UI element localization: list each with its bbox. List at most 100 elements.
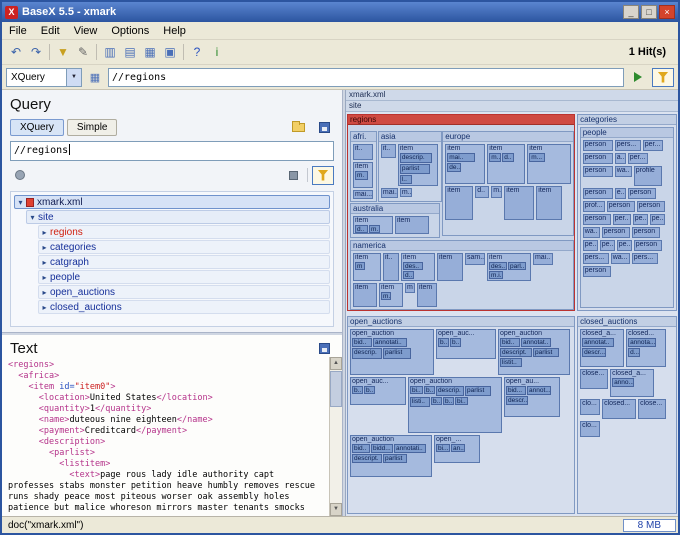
save-text-button[interactable] bbox=[314, 339, 334, 357]
treemap-content[interactable]: regions afri. it.. item m. mai... asia it.. item… bbox=[346, 112, 678, 516]
treemap-node[interactable]: l.. bbox=[399, 174, 412, 184]
treemap-node[interactable]: item descrip. parlist l.. bbox=[397, 143, 438, 186]
treemap-node[interactable]: parlist bbox=[399, 163, 430, 174]
search-query-input[interactable] bbox=[108, 67, 624, 87]
tree-item-catgraph[interactable]: ▸ catgraph bbox=[38, 255, 330, 269]
treemap-node[interactable]: b.. bbox=[437, 337, 449, 347]
tree-item-regions[interactable]: ▸ regions bbox=[38, 225, 330, 239]
treemap-node[interactable]: person bbox=[636, 200, 665, 212]
scroll-down-icon[interactable]: ▼ bbox=[330, 503, 342, 516]
titlebar[interactable]: X BaseX 5.5 - xmark _ □ × bbox=[2, 2, 678, 22]
treemap-node[interactable]: mai.. bbox=[447, 152, 476, 162]
treemap-node[interactable]: item m... bbox=[527, 143, 572, 184]
save-query-button[interactable] bbox=[314, 118, 334, 136]
treemap-node[interactable]: pe.. bbox=[649, 213, 665, 225]
treemap-node[interactable]: descript. bbox=[499, 347, 532, 357]
treemap-node[interactable]: sam.. bbox=[464, 252, 485, 265]
treemap-node[interactable]: item bbox=[445, 185, 474, 220]
menu-file[interactable]: File bbox=[2, 25, 34, 37]
treemap-node[interactable]: closed... bbox=[602, 398, 637, 419]
treemap-node[interactable]: open_auction bid.. annotat.. descript. parli… bbox=[497, 328, 570, 375]
treemap-node[interactable]: m. bbox=[491, 185, 503, 198]
treemap-node[interactable]: person bbox=[582, 139, 613, 151]
close-button[interactable]: × bbox=[659, 5, 675, 19]
treemap-node[interactable]: mai.. bbox=[532, 252, 553, 265]
info-button[interactable]: i bbox=[207, 42, 227, 62]
menu-options[interactable]: Options bbox=[104, 25, 156, 37]
treemap-node[interactable]: m bbox=[404, 282, 415, 293]
query-filter-button[interactable] bbox=[312, 165, 334, 185]
treemap-node[interactable]: it.. bbox=[382, 252, 399, 281]
treemap-node[interactable]: annotati.. bbox=[393, 443, 426, 453]
treemap-node[interactable]: an... bbox=[450, 443, 465, 452]
treemap-node[interactable]: parl.. bbox=[507, 261, 526, 270]
treemap-node[interactable]: m. bbox=[354, 170, 368, 180]
treemap-node[interactable]: annotati.. bbox=[372, 337, 407, 347]
treemap-node[interactable]: b.. bbox=[442, 396, 454, 405]
treemap-node[interactable]: descrip. bbox=[351, 347, 382, 359]
treemap-node[interactable]: mai... bbox=[352, 189, 373, 199]
treemap-node[interactable]: close... bbox=[638, 398, 667, 419]
treemap-node[interactable]: parlist bbox=[464, 385, 491, 396]
treemap-node[interactable]: bidd... bbox=[370, 443, 393, 453]
expander-icon[interactable]: ▸ bbox=[39, 243, 50, 252]
filter-button[interactable]: ▼ bbox=[53, 42, 73, 62]
treemap-group-asia[interactable]: asia it.. itemdescrip.parlistl..mai... m.. bbox=[377, 130, 442, 202]
treemap-node[interactable]: closed_a... annotat.. descr... bbox=[580, 328, 625, 367]
tab-xquery[interactable]: XQuery bbox=[10, 118, 64, 136]
treemap-node[interactable]: b.. bbox=[449, 337, 461, 347]
treemap-node[interactable]: person bbox=[633, 239, 662, 251]
chevron-down-icon[interactable]: ▼ bbox=[66, 68, 81, 86]
treemap-node[interactable]: annota... bbox=[628, 337, 657, 347]
treemap-node[interactable]: m bbox=[354, 261, 365, 270]
treemap-node[interactable]: d.. bbox=[354, 225, 368, 234]
treemap-node[interactable]: b.. bbox=[351, 385, 363, 394]
treemap-node[interactable]: descr... bbox=[505, 395, 528, 405]
treemap-node[interactable]: it.. bbox=[380, 143, 396, 158]
scroll-up-icon[interactable]: ▲ bbox=[330, 357, 342, 370]
treemap-node[interactable]: listi.. bbox=[409, 396, 430, 407]
treemap-node[interactable]: annot... bbox=[526, 385, 551, 395]
treemap-node[interactable]: item des.. parl.. m.i. bbox=[486, 252, 531, 281]
treemap-node[interactable]: annotat.. bbox=[582, 337, 615, 347]
treemap-node[interactable]: des.. bbox=[402, 261, 423, 270]
expander-icon[interactable]: ▾ bbox=[27, 213, 38, 222]
treemap-node[interactable]: anno... bbox=[612, 377, 635, 387]
expander-icon[interactable]: ▸ bbox=[39, 228, 50, 237]
run-query-button[interactable] bbox=[627, 68, 649, 87]
tree-item-site[interactable]: ▾ site bbox=[26, 210, 330, 224]
treemap-node[interactable]: per... bbox=[627, 152, 648, 164]
menu-edit[interactable]: Edit bbox=[34, 25, 67, 37]
treemap-node[interactable]: e.. bbox=[614, 187, 626, 199]
treemap-group-namerica[interactable]: namerica item m it.. item des.. d.. item sam.. it… bbox=[349, 239, 575, 310]
treemap-node[interactable]: clo... bbox=[580, 420, 601, 437]
treemap-node[interactable]: closed_a... anno... bbox=[610, 368, 655, 397]
treemap-node[interactable]: listit.. bbox=[499, 357, 522, 367]
treemap-view-button[interactable]: ▦ bbox=[140, 42, 160, 62]
treemap-node[interactable]: des.. bbox=[488, 261, 507, 270]
treemap-node[interactable]: bid.. bbox=[351, 443, 370, 453]
treemap-node[interactable]: pe.. bbox=[599, 239, 615, 251]
tree-item-open_auctions[interactable]: ▸ open_auctions bbox=[38, 285, 330, 299]
tree-item-closed_auctions[interactable]: ▸ closed_auctions bbox=[38, 300, 330, 314]
treemap-site-label[interactable]: site bbox=[346, 101, 678, 112]
treemap-node[interactable]: pers... bbox=[631, 252, 658, 264]
filter-button[interactable] bbox=[652, 67, 674, 87]
treemap-node[interactable]: open_auction bid.. bidd... annotati.. descri… bbox=[349, 434, 432, 477]
treemap-node[interactable]: person bbox=[582, 213, 611, 225]
treemap-node[interactable]: b.. bbox=[363, 385, 375, 394]
treemap-node[interactable]: item bbox=[436, 252, 463, 281]
tree-item-people[interactable]: ▸ people bbox=[38, 270, 330, 284]
treemap-node[interactable]: b.. bbox=[423, 385, 435, 394]
treemap-node[interactable]: parlist bbox=[382, 453, 407, 463]
treemap-node[interactable]: wa.. bbox=[614, 165, 632, 177]
treemap-node[interactable]: open_auction bi.. b.. descrip. parlist listi.… bbox=[407, 376, 502, 433]
tree-item-xmark.xml[interactable]: ▾ xmark.xml bbox=[14, 195, 330, 209]
treemap-group-closed_auctions[interactable]: closed_auctions closed_a... annotat.. descr… bbox=[577, 315, 677, 515]
treemap-node[interactable]: person bbox=[582, 152, 613, 164]
treemap-node[interactable]: descrip. bbox=[399, 152, 432, 163]
expander-icon[interactable]: ▸ bbox=[39, 303, 50, 312]
treemap-node[interactable]: item bbox=[536, 185, 563, 220]
treemap-node[interactable]: person bbox=[582, 165, 613, 177]
treemap-node[interactable]: m.i. bbox=[488, 270, 503, 279]
